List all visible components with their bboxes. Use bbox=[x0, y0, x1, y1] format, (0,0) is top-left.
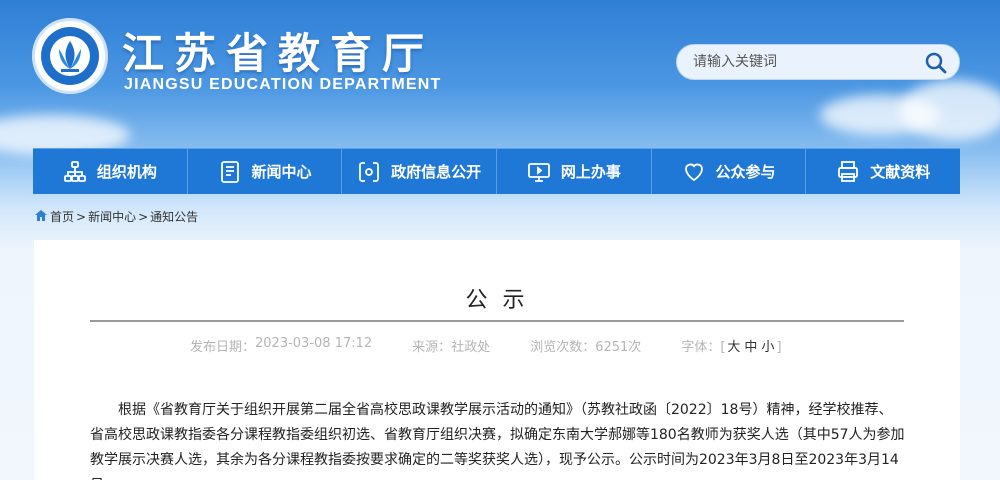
source-value: 社政处 bbox=[451, 340, 491, 355]
nav-item-label: 网上办事 bbox=[560, 163, 621, 181]
nav-item-label: 组织机构 bbox=[96, 163, 157, 181]
nav-item-documents[interactable]: 文献资料 bbox=[806, 149, 960, 194]
font-size-label: 字体： bbox=[681, 340, 721, 355]
breadcrumb: 首页 > 新闻中心 > 通知公告 bbox=[34, 208, 198, 225]
nav-item-public-participation[interactable]: 公众参与 bbox=[652, 149, 807, 194]
org-chart-icon bbox=[63, 160, 87, 184]
printer-icon bbox=[836, 160, 860, 184]
date-label: 发布日期： bbox=[190, 340, 256, 355]
nav-item-label: 公众参与 bbox=[715, 163, 776, 181]
article-title: 公 示 bbox=[465, 288, 529, 313]
search-input[interactable] bbox=[693, 45, 913, 79]
nav-item-label: 政府信息公开 bbox=[391, 163, 482, 181]
search-icon[interactable] bbox=[923, 50, 949, 76]
logo-emblem-icon bbox=[41, 27, 99, 85]
document-icon bbox=[218, 160, 242, 184]
font-size-small[interactable]: 小 bbox=[761, 340, 774, 355]
nav-item-disclosure[interactable]: 政府信息公开 bbox=[342, 149, 498, 194]
article-meta: 发布日期： 2023-03-08 17:12 来源： 社政处 浏览次数： 625… bbox=[190, 336, 782, 355]
nav-item-organization[interactable]: 组织机构 bbox=[33, 149, 188, 194]
view-count: 6251次 bbox=[595, 340, 642, 355]
publish-date: 2023-03-08 17:12 bbox=[255, 336, 373, 351]
font-size-large[interactable]: 大 bbox=[727, 340, 740, 355]
source-label: 来源： bbox=[412, 340, 452, 355]
views-label: 浏览次数： bbox=[530, 340, 596, 355]
title-divider bbox=[90, 320, 904, 322]
nav-item-online-services[interactable]: 网上办事 bbox=[497, 149, 652, 194]
monitor-icon bbox=[527, 160, 551, 184]
breadcrumb-home[interactable]: 首页 bbox=[50, 208, 74, 225]
main-nav: 组织机构 新闻中心 政府信息公开 网上办事 公众参与 文献资料 bbox=[33, 148, 960, 194]
article-body: 根据《省教育厅关于组织开展第二届全省高校思政课教学展示活动的通知》（苏教社政函〔… bbox=[90, 402, 905, 480]
font-size-switcher: [大中小] bbox=[720, 340, 782, 355]
home-icon bbox=[34, 209, 48, 225]
site-header: 江苏省教育厅 JIANGSU EDUCATION DEPARTMENT bbox=[0, 0, 1000, 140]
breadcrumb-notices[interactable]: 通知公告 bbox=[150, 208, 198, 225]
breadcrumb-separator: > bbox=[138, 209, 149, 224]
nav-item-news[interactable]: 新闻中心 bbox=[188, 149, 343, 194]
breadcrumb-separator: > bbox=[76, 209, 87, 224]
nav-item-label: 文献资料 bbox=[870, 163, 931, 181]
search-box bbox=[676, 44, 960, 80]
site-subtitle: JIANGSU EDUCATION DEPARTMENT bbox=[124, 76, 442, 93]
site-title: 江苏省教育厅 bbox=[122, 29, 435, 78]
nav-item-label: 新闻中心 bbox=[251, 163, 312, 181]
article-panel: 公 示 发布日期： 2023-03-08 17:12 来源： 社政处 浏览次数：… bbox=[34, 240, 960, 480]
heart-icon bbox=[682, 160, 706, 184]
disclosure-icon bbox=[357, 160, 381, 184]
breadcrumb-news[interactable]: 新闻中心 bbox=[88, 208, 136, 225]
site-logo[interactable] bbox=[32, 18, 108, 94]
font-size-medium[interactable]: 中 bbox=[744, 340, 757, 355]
